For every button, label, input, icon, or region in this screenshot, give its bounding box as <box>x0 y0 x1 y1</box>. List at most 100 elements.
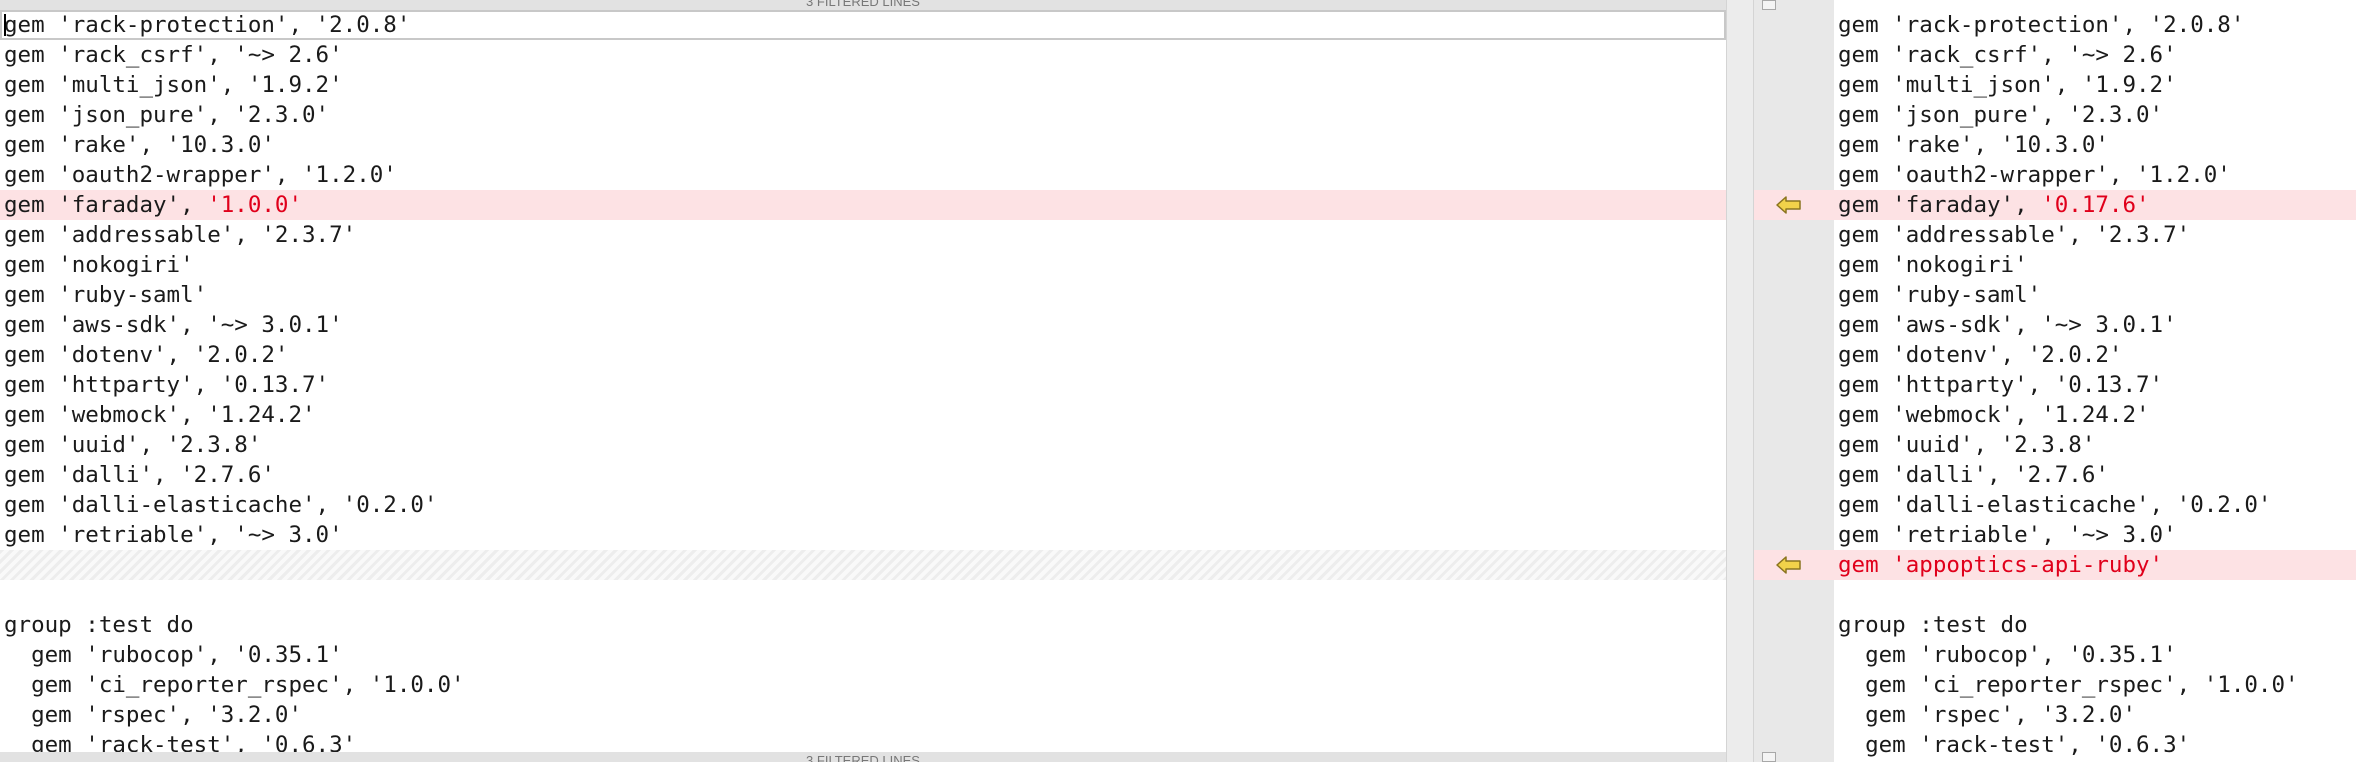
right-code-line[interactable]: gem 'json_pure', '2.3.0' <box>1754 100 2356 130</box>
left-code-line[interactable]: gem 'webmock', '1.24.2' <box>0 400 1726 430</box>
code-text: gem 'httparty', '0.13.7' <box>4 372 330 398</box>
code-text: gem 'appoptics-api-ruby' <box>1838 552 2164 578</box>
code-text: gem 'dalli', '2.7.6' <box>4 462 275 488</box>
right-code-line[interactable]: gem 'multi_json', '1.9.2' <box>1754 70 2356 100</box>
code-text: gem 'rspec', '3.2.0' <box>4 702 303 728</box>
left-code-line[interactable]: gem 'dotenv', '2.0.2' <box>0 340 1726 370</box>
left-code-line[interactable]: gem 'nokogiri' <box>0 250 1726 280</box>
code-text: group :test do <box>4 612 194 638</box>
left-code-line[interactable] <box>0 580 1726 610</box>
right-code-line[interactable]: gem 'rspec', '3.2.0' <box>1754 700 2356 730</box>
left-code-line[interactable]: gem 'json_pure', '2.3.0' <box>0 100 1726 130</box>
left-code-line[interactable]: gem 'rake', '10.3.0' <box>0 130 1726 160</box>
right-code-line[interactable]: gem 'webmock', '1.24.2' <box>1754 400 2356 430</box>
code-text: gem 'json_pure', '2.3.0' <box>1838 102 2164 128</box>
right-code-line[interactable]: gem 'uuid', '2.3.8' <box>1754 430 2356 460</box>
left-code-line[interactable] <box>0 550 1726 580</box>
right-code-line[interactable] <box>1754 580 2356 610</box>
code-text: gem 'rack_csrf', '~> 2.6' <box>1838 42 2177 68</box>
right-editor-pane[interactable]: gem 'rack-protection', '2.0.8' gem 'rack_… <box>1754 0 2356 762</box>
left-code-line[interactable]: gem 'addressable', '2.3.7' <box>0 220 1726 250</box>
left-code-line[interactable]: gem 'oauth2-wrapper', '1.2.0' <box>0 160 1726 190</box>
right-code-line[interactable]: gem 'aws-sdk', '~> 3.0.1' <box>1754 310 2356 340</box>
right-code-line[interactable]: group :test do <box>1754 610 2356 640</box>
pane-splitter[interactable] <box>1726 0 1754 762</box>
right-code-line[interactable]: gem 'rubocop', '0.35.1' <box>1754 640 2356 670</box>
code-text: gem 'dalli', '2.7.6' <box>1838 462 2109 488</box>
right-code-line[interactable]: gem 'nokogiri' <box>1754 250 2356 280</box>
collapse-toggle-top[interactable] <box>1762 0 1776 10</box>
code-text: gem 'nokogiri' <box>4 252 194 278</box>
diff-highlight-text: '1.0.0' <box>207 192 303 218</box>
left-code-line[interactable]: gem 'ci_reporter_rspec', '1.0.0' <box>0 670 1726 700</box>
arrow-left-icon[interactable] <box>1776 196 1802 214</box>
code-text: gem 'rack-protection', '2.0.8' <box>1838 12 2245 38</box>
left-code-line[interactable]: gem 'uuid', '2.3.8' <box>0 430 1726 460</box>
left-code-line[interactable]: gem 'dalli', '2.7.6' <box>0 460 1726 490</box>
left-code-line[interactable]: gem 'aws-sdk', '~> 3.0.1' <box>0 310 1726 340</box>
code-text: gem 'rspec', '3.2.0' <box>1838 702 2137 728</box>
collapse-toggle-bottom[interactable] <box>1762 752 1776 762</box>
code-text: gem 'dalli-elasticache', '0.2.0' <box>1838 492 2272 518</box>
right-code-line[interactable]: gem 'ci_reporter_rspec', '1.0.0' <box>1754 670 2356 700</box>
right-code-line[interactable]: gem 'appoptics-api-ruby' <box>1754 550 2356 580</box>
left-code-line[interactable]: gem 'rspec', '3.2.0' <box>0 700 1726 730</box>
code-text: gem 'aws-sdk', '~> 3.0.1' <box>1838 312 2177 338</box>
left-code-line[interactable]: gem 'multi_json', '1.9.2' <box>0 70 1726 100</box>
code-text: gem 'httparty', '0.13.7' <box>1838 372 2164 398</box>
left-code-line[interactable]: gem 'rack_csrf', '~> 2.6' <box>0 40 1726 70</box>
code-text: gem 'dotenv', '2.0.2' <box>1838 342 2123 368</box>
right-code-line[interactable]: gem 'dalli', '2.7.6' <box>1754 460 2356 490</box>
code-text: gem 'ruby-saml' <box>4 282 208 308</box>
left-code-lines: gem 'rack-protection', '2.0.8' gem 'rack_… <box>0 10 1726 760</box>
right-code-line[interactable]: gem 'rake', '10.3.0' <box>1754 130 2356 160</box>
code-text: gem 'retriable', '~> 3.0' <box>1838 522 2177 548</box>
code-text: gem 'ci_reporter_rspec', '1.0.0' <box>4 672 465 698</box>
diff-highlight-text: '0.17.6' <box>2041 192 2150 218</box>
code-text: gem 'faraday', <box>1838 192 2042 218</box>
left-code-line[interactable]: gem 'httparty', '0.13.7' <box>0 370 1726 400</box>
right-code-line[interactable]: gem 'retriable', '~> 3.0' <box>1754 520 2356 550</box>
left-code-line[interactable]: gem 'dalli-elasticache', '0.2.0' <box>0 490 1726 520</box>
code-text: gem 'rubocop', '0.35.1' <box>1838 642 2177 668</box>
filtered-lines-banner-bottom[interactable]: 3 FILTERED LINES <box>0 752 1726 762</box>
right-code-line[interactable]: gem 'dotenv', '2.0.2' <box>1754 340 2356 370</box>
code-text: gem 'oauth2-wrapper', '1.2.0' <box>4 162 397 188</box>
right-code-lines: gem 'rack-protection', '2.0.8' gem 'rack_… <box>1754 10 2356 760</box>
code-text: gem 'aws-sdk', '~> 3.0.1' <box>4 312 343 338</box>
left-code-line[interactable]: gem 'ruby-saml' <box>0 280 1726 310</box>
arrow-left-icon[interactable] <box>1776 556 1802 574</box>
left-code-line[interactable]: gem 'rack-protection', '2.0.8' <box>0 10 1726 40</box>
code-text: gem 'retriable', '~> 3.0' <box>4 522 343 548</box>
right-code-line[interactable]: gem 'addressable', '2.3.7' <box>1754 220 2356 250</box>
left-code-line[interactable]: group :test do <box>0 610 1726 640</box>
right-code-line[interactable]: gem 'httparty', '0.13.7' <box>1754 370 2356 400</box>
left-code-line[interactable]: gem 'rubocop', '0.35.1' <box>0 640 1726 670</box>
code-text: gem 'webmock', '1.24.2' <box>1838 402 2150 428</box>
left-code-line[interactable]: gem 'retriable', '~> 3.0' <box>0 520 1726 550</box>
code-text: gem 'uuid', '2.3.8' <box>1838 432 2096 458</box>
right-code-line[interactable]: gem 'ruby-saml' <box>1754 280 2356 310</box>
code-text: gem 'rack-protection', '2.0.8' <box>4 12 411 38</box>
right-code-line[interactable]: gem 'faraday', '0.17.6' <box>1754 190 2356 220</box>
text-cursor <box>4 14 6 36</box>
right-code-line[interactable]: gem 'oauth2-wrapper', '1.2.0' <box>1754 160 2356 190</box>
code-text: gem 'addressable', '2.3.7' <box>4 222 357 248</box>
left-code-line[interactable]: gem 'faraday', '1.0.0' <box>0 190 1726 220</box>
right-code-line[interactable]: gem 'rack-test', '0.6.3' <box>1754 730 2356 760</box>
code-text: gem 'rake', '10.3.0' <box>1838 132 2109 158</box>
code-text: gem 'ruby-saml' <box>1838 282 2042 308</box>
right-code-line[interactable]: gem 'rack_csrf', '~> 2.6' <box>1754 40 2356 70</box>
code-text: gem 'nokogiri' <box>1838 252 2028 278</box>
code-text: gem 'rake', '10.3.0' <box>4 132 275 158</box>
code-text: gem 'rack-test', '0.6.3' <box>1838 732 2191 758</box>
right-code-line[interactable]: gem 'dalli-elasticache', '0.2.0' <box>1754 490 2356 520</box>
right-code-line[interactable]: gem 'rack-protection', '2.0.8' <box>1754 10 2356 40</box>
filtered-lines-banner-top[interactable]: 3 FILTERED LINES <box>0 0 1726 10</box>
left-editor-pane[interactable]: gem 'rack-protection', '2.0.8' gem 'rack_… <box>0 0 1726 762</box>
code-text: gem 'addressable', '2.3.7' <box>1838 222 2191 248</box>
code-text: group :test do <box>1838 612 2028 638</box>
code-text: gem 'faraday', <box>4 192 208 218</box>
code-text: gem 'multi_json', '1.9.2' <box>4 72 343 98</box>
code-text: gem 'multi_json', '1.9.2' <box>1838 72 2177 98</box>
